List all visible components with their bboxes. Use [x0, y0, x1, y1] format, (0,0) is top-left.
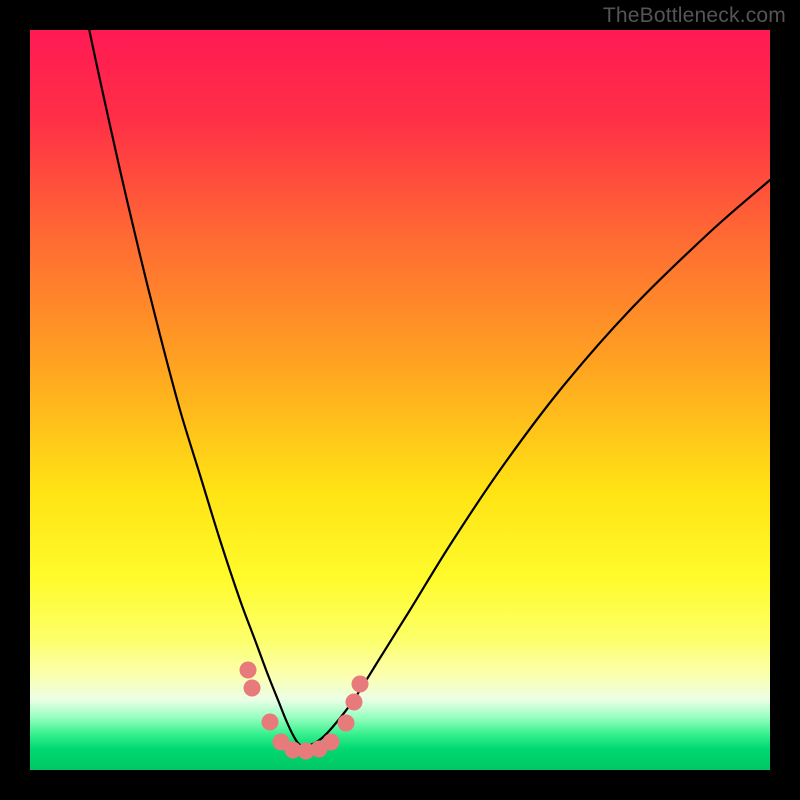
data-point-marker [338, 715, 355, 732]
data-point-marker [346, 694, 363, 711]
data-point-marker [352, 676, 369, 693]
gradient-background [30, 30, 770, 770]
watermark-text: TheBottleneck.com [603, 4, 786, 28]
data-point-marker [240, 662, 257, 679]
bottleneck-chart [30, 30, 770, 770]
data-point-marker [262, 714, 279, 731]
data-point-marker [244, 680, 261, 697]
chart-stage: TheBottleneck.com [0, 0, 800, 800]
data-point-marker [323, 734, 340, 751]
